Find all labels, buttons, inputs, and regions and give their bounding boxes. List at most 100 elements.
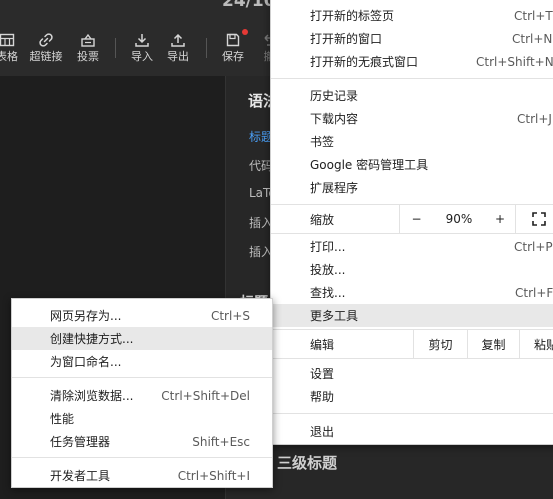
menu-item-incognito-window[interactable]: 打开新的无痕式窗口 Ctrl+Shift+N: [271, 50, 553, 73]
menu-item-shortcut: Ctrl+Shift+Del: [161, 388, 250, 403]
browser-main-menu: 打开新的标签页 Ctrl+T 打开新的窗口 Ctrl+N 打开新的无痕式窗口 C…: [270, 0, 553, 445]
toolbar-divider: [206, 38, 207, 58]
table-label: 表格: [0, 50, 18, 63]
menu-item-label: 扩展程序: [310, 181, 359, 195]
paste-label: 粘贴: [534, 337, 553, 352]
menu-item-shortcut: Ctrl+J: [517, 111, 552, 126]
menu-item-settings[interactable]: 设置: [271, 362, 553, 385]
menu-item-name-window[interactable]: 为窗口命名...: [12, 350, 272, 373]
zoom-out-label: −: [411, 212, 422, 226]
menu-item-create-shortcut[interactable]: 创建快捷方式...: [12, 327, 272, 350]
menu-item-shortcut: Ctrl+Shift+I: [177, 468, 250, 483]
menu-item-label: Google 密码管理工具: [310, 158, 429, 172]
cut-label: 剪切: [428, 337, 453, 352]
save-label: 保存: [222, 50, 244, 63]
menu-item-label: 退出: [310, 425, 335, 439]
menu-item-label: 开发者工具: [50, 469, 111, 483]
menu-item-find[interactable]: 查找... Ctrl+F: [271, 281, 553, 304]
menu-item-downloads[interactable]: 下载内容 Ctrl+J: [271, 107, 553, 130]
more-tools-submenu: 网页另存为... Ctrl+S 创建快捷方式... 为窗口命名... 清除浏览数…: [11, 298, 273, 488]
toolbar-divider: [115, 38, 116, 58]
menu-item-shortcut: Ctrl+F: [515, 285, 553, 300]
menu-item-save-page-as[interactable]: 网页另存为... Ctrl+S: [12, 304, 272, 327]
export-button[interactable]: 导出: [161, 30, 195, 70]
import-label: 导入: [131, 50, 153, 63]
menu-item-label: 书签: [310, 135, 335, 149]
hyperlink-button[interactable]: 超链接: [29, 30, 63, 70]
menu-separator: [12, 377, 272, 378]
zoom-out-button[interactable]: −: [399, 205, 433, 233]
import-icon: [135, 34, 149, 47]
menu-separator: [271, 78, 553, 79]
import-button[interactable]: 导入: [125, 30, 159, 70]
zoom-row: 缩放 − 90% +: [271, 205, 553, 233]
table-icon: [0, 33, 15, 47]
copy-label: 复制: [481, 337, 506, 352]
menu-item-cast[interactable]: 投放...: [271, 258, 553, 281]
menu-item-label: 投放...: [310, 263, 346, 277]
export-label: 导出: [167, 50, 189, 63]
menu-item-label: 更多工具: [310, 309, 359, 323]
save-button[interactable]: 保存: [216, 30, 250, 70]
menu-item-label: 打开新的窗口: [310, 32, 383, 46]
edit-label: 编辑: [310, 338, 335, 352]
menu-item-shortcut: Ctrl+Shift+N: [476, 54, 553, 69]
vote-label: 投票: [77, 50, 99, 63]
save-icon: [226, 33, 240, 47]
menu-item-label: 任务管理器: [50, 435, 111, 449]
menu-separator: [271, 413, 553, 414]
zoom-in-button[interactable]: +: [485, 205, 515, 233]
document-heading: 三级标题: [277, 454, 338, 472]
menu-item-bookmarks[interactable]: 书签: [271, 130, 553, 153]
menu-item-label: 打印...: [310, 240, 346, 254]
paste-button[interactable]: 粘贴: [519, 330, 553, 358]
fullscreen-button[interactable]: [515, 205, 553, 233]
table-button[interactable]: 表格: [0, 30, 24, 70]
menu-item-task-manager[interactable]: 任务管理器 Shift+Esc: [12, 430, 272, 453]
export-icon: [171, 33, 185, 47]
zoom-level: 90%: [433, 205, 485, 233]
menu-separator: [271, 233, 553, 234]
menu-item-shortcut: Ctrl+N: [512, 31, 553, 46]
menu-item-clear-browsing-data[interactable]: 清除浏览数据... Ctrl+Shift+Del: [12, 384, 272, 407]
menu-item-shortcut: Ctrl+P: [514, 239, 553, 254]
menu-separator: [271, 358, 553, 359]
zoom-in-label: +: [494, 212, 506, 226]
fullscreen-icon: [531, 212, 546, 226]
menu-item-new-tab[interactable]: 打开新的标签页 Ctrl+T: [271, 4, 553, 27]
menu-item-label: 历史记录: [310, 89, 359, 103]
document-title: 24/10: [222, 0, 276, 11]
menu-item-label: 设置: [310, 367, 335, 381]
menu-item-label: 清除浏览数据...: [50, 389, 134, 403]
link-icon: [39, 33, 53, 47]
copy-button[interactable]: 复制: [467, 330, 519, 358]
menu-item-more-tools[interactable]: 更多工具: [271, 304, 553, 327]
menu-item-label: 为窗口命名...: [50, 355, 122, 369]
vote-icon: [81, 33, 95, 47]
menu-item-password-manager[interactable]: Google 密码管理工具: [271, 153, 553, 176]
menu-separator: [12, 457, 272, 458]
menu-item-label: 帮助: [310, 390, 335, 404]
menu-item-label: 打开新的无痕式窗口: [310, 55, 419, 69]
menu-item-shortcut: Shift+Esc: [192, 434, 250, 449]
menu-item-new-window[interactable]: 打开新的窗口 Ctrl+N: [271, 27, 553, 50]
menu-item-label: 网页另存为...: [50, 309, 122, 323]
unsaved-indicator: [242, 29, 248, 35]
menu-item-shortcut: Ctrl+S: [210, 308, 250, 323]
menu-item-label: 下载内容: [310, 112, 359, 126]
menu-item-print[interactable]: 打印... Ctrl+P: [271, 235, 553, 258]
edit-row: 编辑 剪切 复制 粘贴: [271, 330, 553, 358]
menu-item-label: 性能: [50, 412, 75, 426]
menu-item-label: 查找...: [310, 286, 346, 300]
menu-item-history[interactable]: 历史记录: [271, 84, 553, 107]
hyperlink-label: 超链接: [29, 50, 63, 63]
menu-item-developer-tools[interactable]: 开发者工具 Ctrl+Shift+I: [12, 464, 272, 487]
vote-button[interactable]: 投票: [71, 30, 105, 70]
menu-item-shortcut: Ctrl+T: [514, 8, 553, 23]
cut-button[interactable]: 剪切: [413, 330, 467, 358]
menu-item-exit[interactable]: 退出: [271, 420, 553, 443]
zoom-label: 缩放: [310, 213, 335, 227]
menu-item-help[interactable]: 帮助: [271, 385, 553, 408]
menu-item-performance[interactable]: 性能: [12, 407, 272, 430]
menu-item-extensions[interactable]: 扩展程序: [271, 176, 553, 199]
